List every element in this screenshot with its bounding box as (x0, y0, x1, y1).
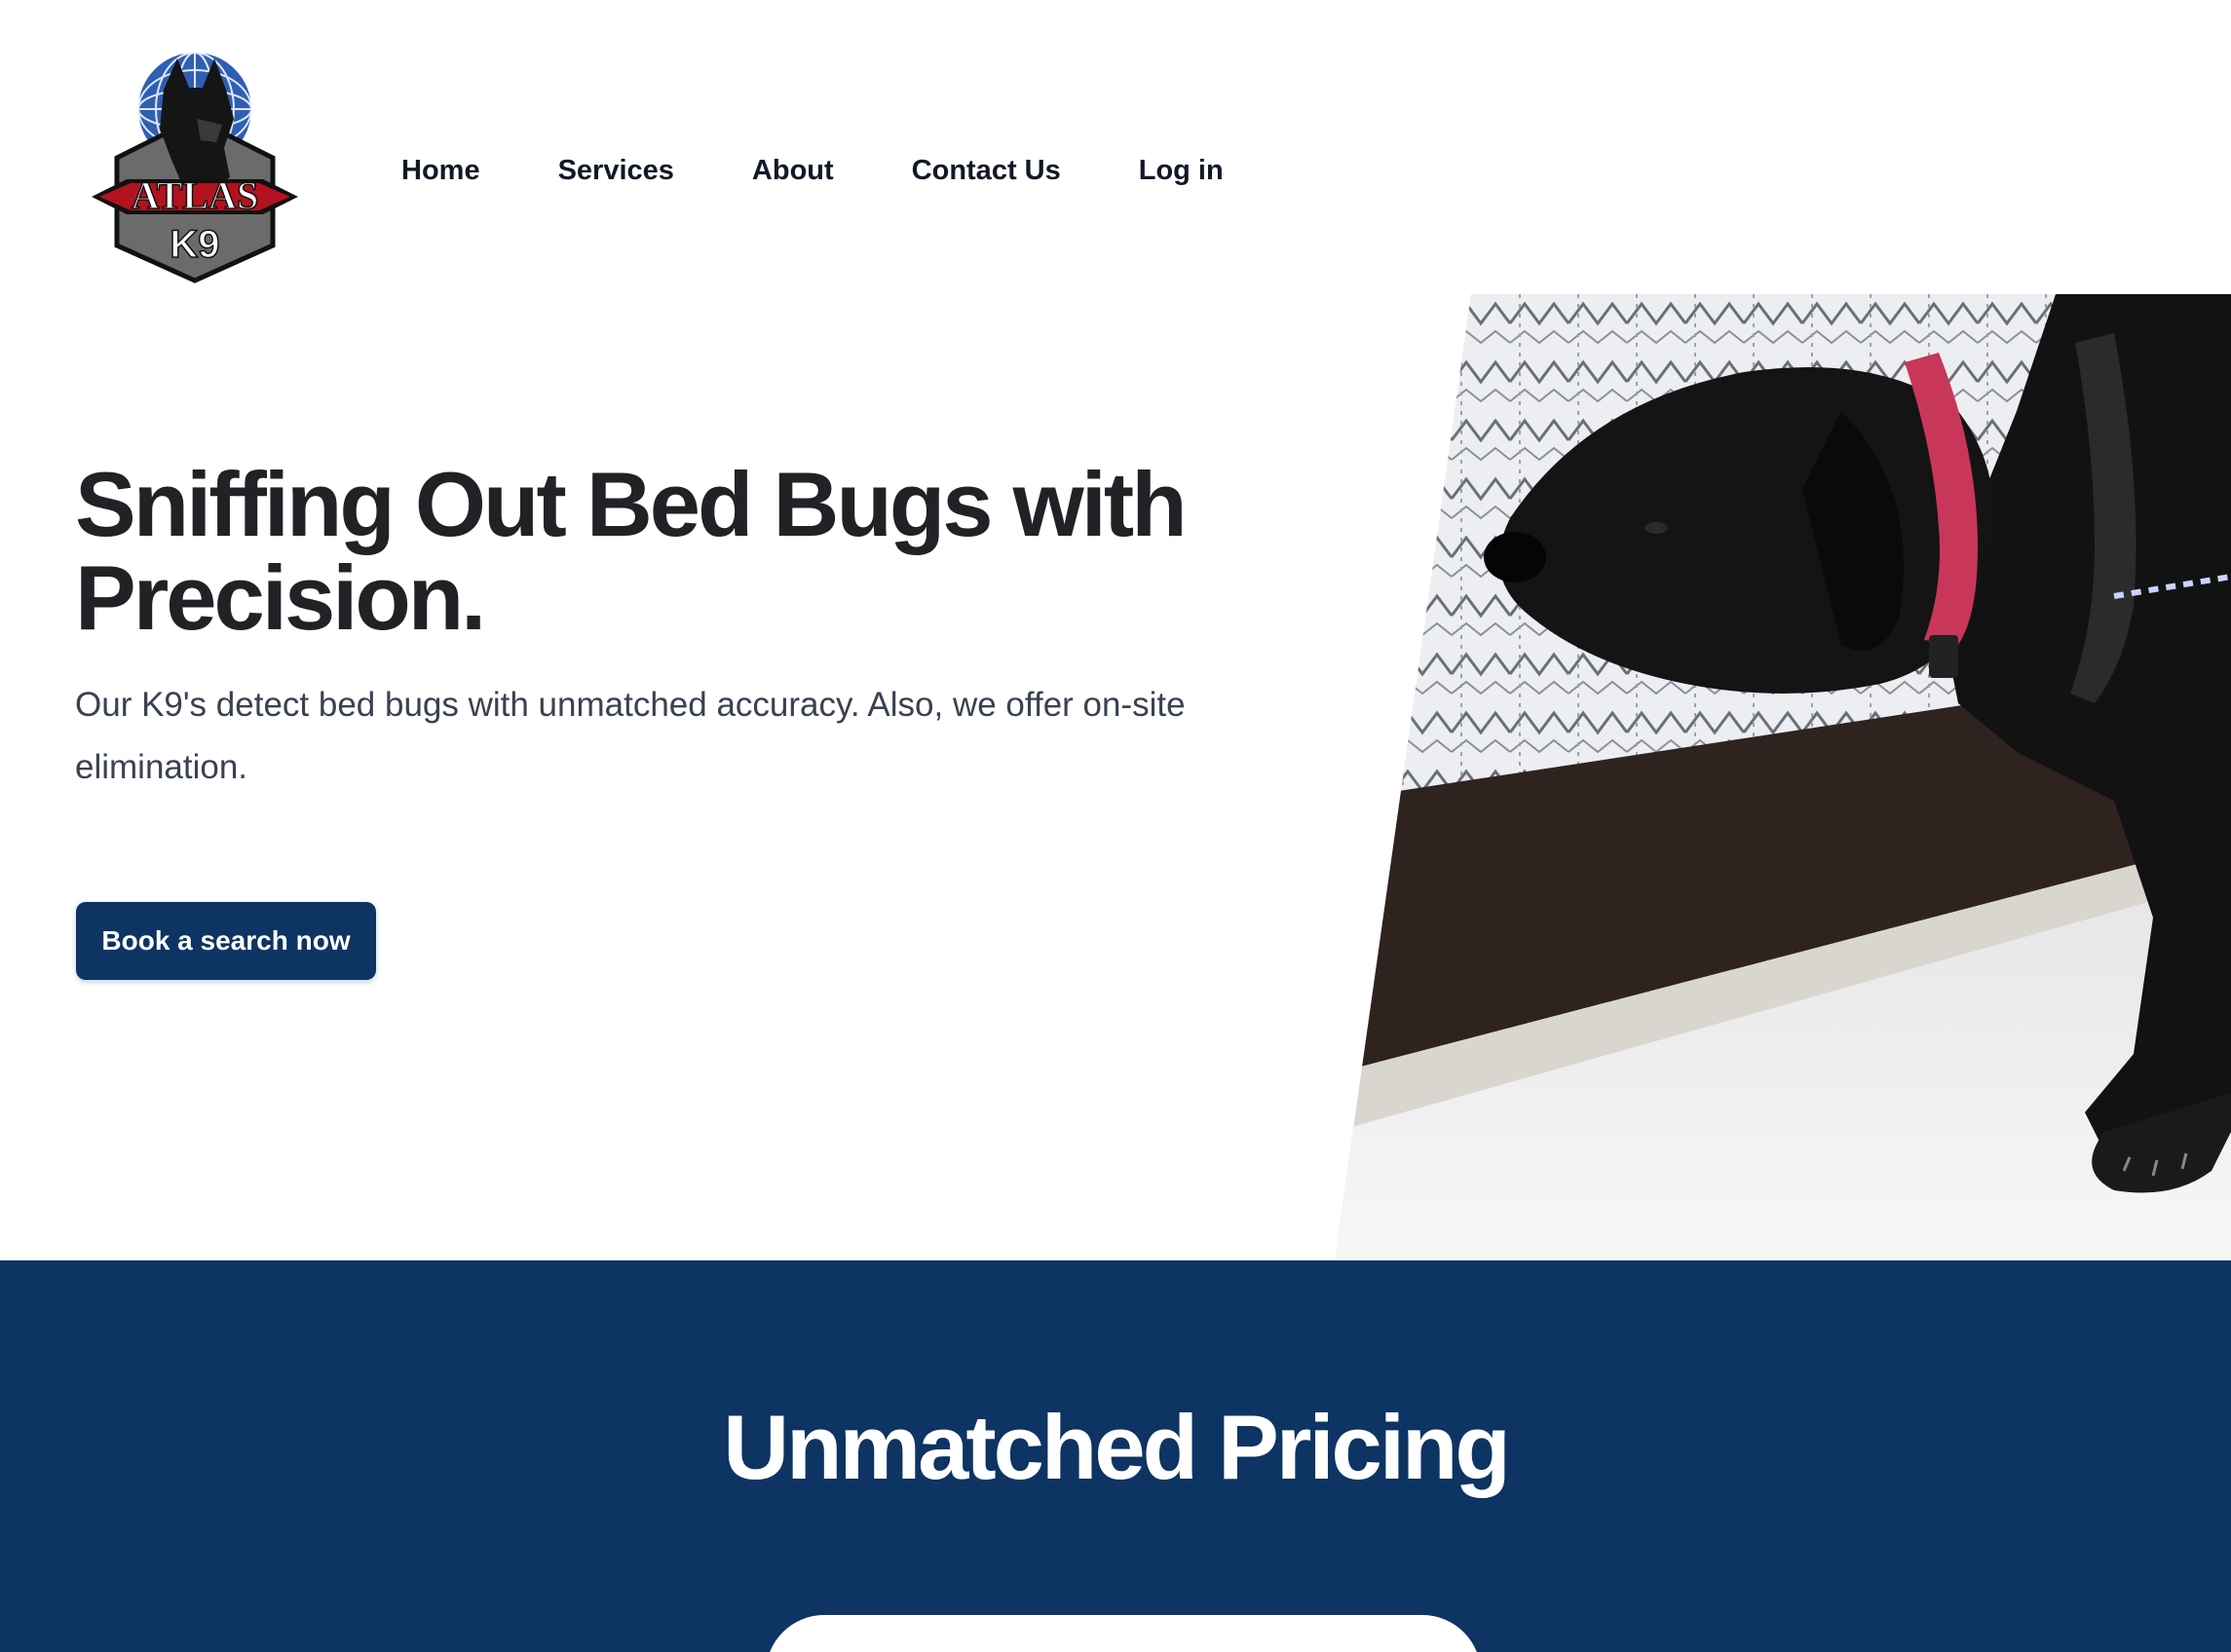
hero-subtitle: Our K9's detect bed bugs with unmatched … (75, 686, 1186, 786)
pricing-card (766, 1615, 1481, 1652)
book-search-button[interactable]: Book a search now (76, 902, 376, 980)
main-nav: Home Services About Contact Us Log in (401, 146, 1302, 195)
brand-logo[interactable]: ATLAS K9 (88, 51, 302, 284)
pricing-section: Unmatched Pricing (0, 1260, 2231, 1652)
nav-log-in[interactable]: Log in (1139, 155, 1224, 187)
dog-photo-icon (1335, 294, 2231, 1260)
hero-section: Sniffing Out Bed Bugs with Precision. Ou… (75, 458, 1244, 799)
nav-about[interactable]: About (752, 155, 834, 187)
hero-title: Sniffing Out Bed Bugs with Precision. (75, 453, 1188, 649)
site-header: ATLAS K9 Home Services About Contact Us … (0, 0, 2231, 292)
hero-image (1335, 294, 2231, 1260)
svg-text:ATLAS: ATLAS (132, 173, 258, 217)
page: ATLAS K9 Home Services About Contact Us … (0, 0, 2231, 1652)
nav-home[interactable]: Home (401, 155, 480, 187)
nav-contact-us[interactable]: Contact Us (912, 155, 1061, 187)
atlas-k9-logo-icon: ATLAS K9 (92, 52, 298, 283)
pricing-title: Unmatched Pricing (723, 1396, 1511, 1498)
nav-services[interactable]: Services (558, 155, 674, 187)
svg-text:K9: K9 (170, 223, 219, 266)
